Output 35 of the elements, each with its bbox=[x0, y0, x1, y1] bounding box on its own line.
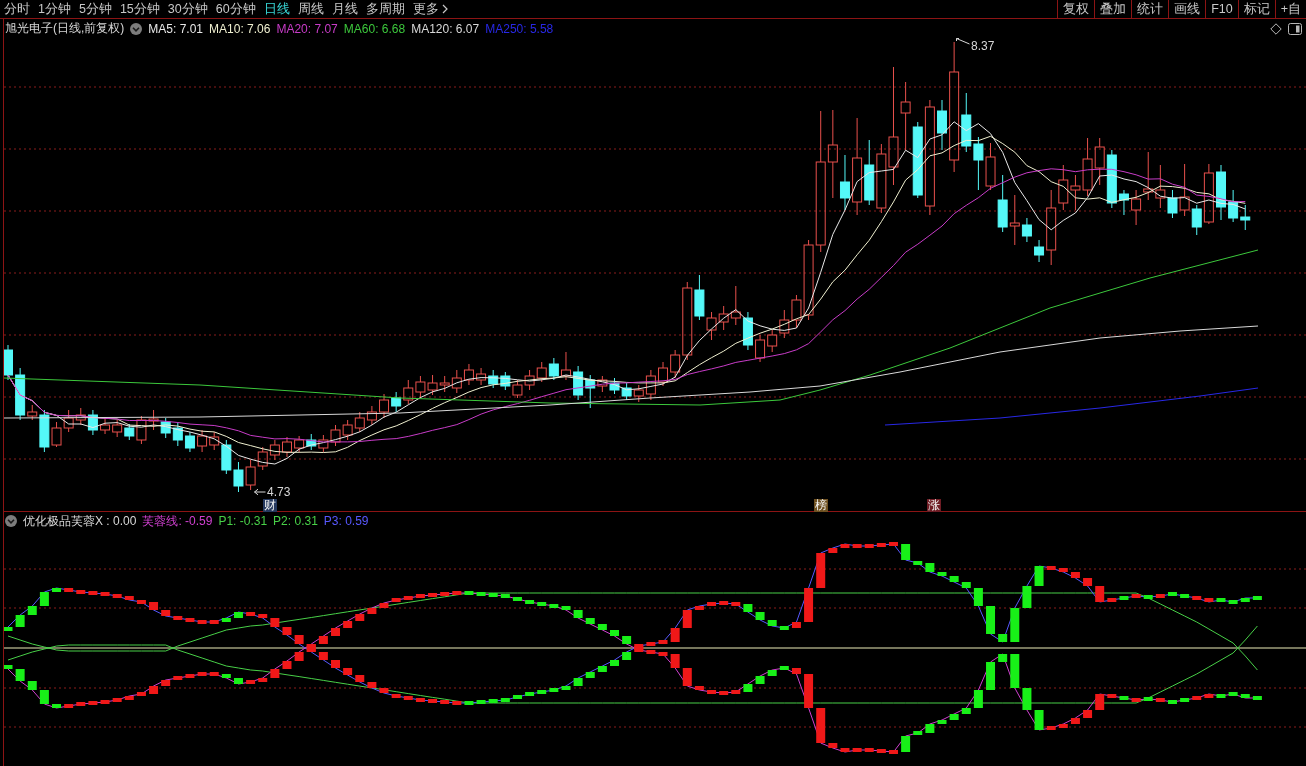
toolbar-button[interactable]: 标记 bbox=[1237, 0, 1275, 18]
diamond-icon[interactable] bbox=[1270, 22, 1282, 35]
ma-value: MA60: 6.68 bbox=[343, 21, 406, 36]
indicator-value: 芙蓉线: -0.59 bbox=[142, 512, 213, 530]
indicator-value: P2: 0.31 bbox=[273, 514, 318, 528]
more-menu-tab[interactable]: 更多 bbox=[412, 1, 448, 17]
ma-value: MA120: 6.07 bbox=[411, 21, 480, 36]
toolbar-button[interactable]: F10 bbox=[1205, 0, 1238, 18]
period-tab[interactable]: 日线 bbox=[263, 1, 290, 17]
toolbar-button[interactable]: +自 bbox=[1274, 0, 1306, 18]
chevron-right-icon bbox=[441, 4, 448, 14]
period-tab[interactable]: 月线 bbox=[331, 1, 358, 17]
period-tab[interactable]: 1分钟 bbox=[38, 1, 71, 17]
period-tab[interactable]: 多周期 bbox=[365, 1, 405, 17]
toolbar-button[interactable]: 统计 bbox=[1131, 0, 1169, 18]
toolbar-button[interactable]: 画线 bbox=[1168, 0, 1206, 18]
dropdown-icon[interactable] bbox=[5, 515, 17, 527]
ma-value: MA5: 7.01 bbox=[148, 21, 204, 36]
ma-value: MA250: 5.58 bbox=[485, 21, 554, 36]
period-tab[interactable]: 15分钟 bbox=[119, 1, 160, 17]
dropdown-icon[interactable] bbox=[130, 22, 143, 35]
chart-title: 旭光电子(日线,前复权) bbox=[5, 20, 125, 37]
indicator-value: P1: -0.31 bbox=[218, 514, 268, 528]
ma-value: MA20: 7.07 bbox=[276, 21, 338, 36]
period-tab[interactable]: 5分钟 bbox=[78, 1, 112, 17]
toolbar-button[interactable]: 叠加 bbox=[1094, 0, 1132, 18]
ma-value: MA10: 7.06 bbox=[209, 21, 271, 36]
indicator-value: P3: 0.59 bbox=[323, 514, 369, 528]
toolbar-button[interactable]: 复权 bbox=[1057, 0, 1095, 18]
period-tab[interactable]: 周线 bbox=[297, 1, 324, 17]
period-tab[interactable]: 60分钟 bbox=[215, 1, 256, 17]
indicator-title: 优化极品芙蓉X : 0.00 bbox=[23, 512, 137, 530]
period-tab[interactable]: 30分钟 bbox=[167, 1, 208, 17]
period-tab[interactable]: 分时 bbox=[4, 1, 30, 17]
panel-toggle-icon[interactable] bbox=[1288, 22, 1302, 35]
